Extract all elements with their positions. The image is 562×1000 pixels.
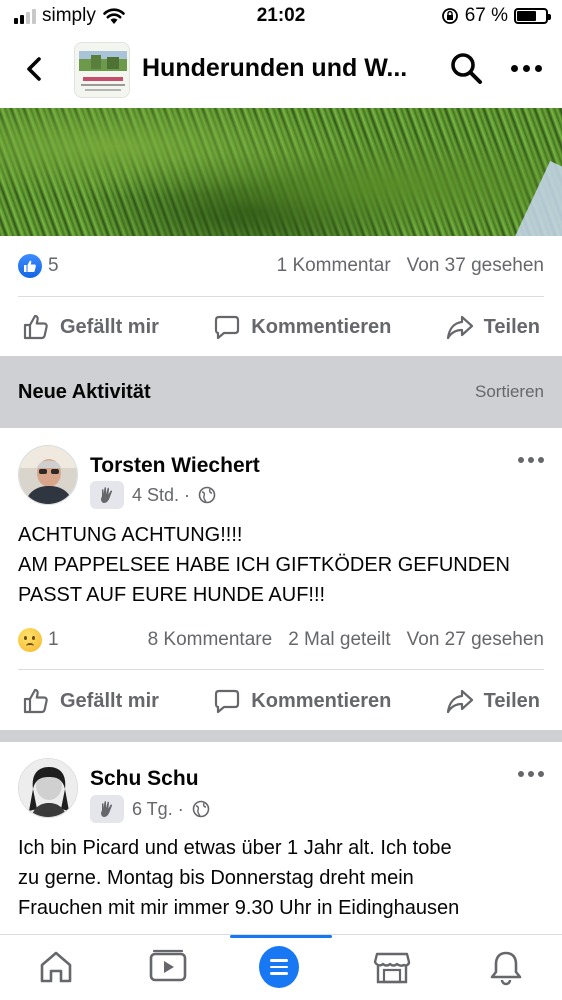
sort-button[interactable]: Sortieren xyxy=(475,382,544,402)
reaction-count[interactable]: 5 xyxy=(48,255,59,277)
post1-actions: Gefällt mir Kommentieren Teilen xyxy=(0,302,562,352)
bottom-tab-bar xyxy=(0,934,562,1000)
like-label: Gefällt mir xyxy=(60,315,159,338)
comment-label: Kommentieren xyxy=(251,315,392,338)
post-line: AM PAPPELSEE HABE ICH GIFTKÖDER GEFUNDEN xyxy=(18,554,510,576)
post-meta: 4 Std. · xyxy=(90,481,216,509)
share-label: Teilen xyxy=(483,315,540,338)
group-cover-thumbnail[interactable] xyxy=(74,42,130,98)
wave-badge-icon[interactable] xyxy=(90,481,124,509)
comment-button[interactable]: Kommentieren xyxy=(213,313,391,341)
battery-percent: 67 % xyxy=(464,5,508,26)
author-name[interactable]: Schu Schu xyxy=(90,767,199,791)
post-time[interactable]: 6 Tg. · xyxy=(132,799,184,820)
orientation-lock-icon xyxy=(441,8,458,24)
status-right: 67 % xyxy=(441,5,551,27)
post-time[interactable]: 4 Std. · xyxy=(132,485,190,506)
view-count[interactable]: Von 37 gesehen xyxy=(407,255,544,277)
thumbs-up-icon xyxy=(23,314,48,340)
home-icon[interactable] xyxy=(36,947,76,987)
post-meta: 6 Tg. · xyxy=(90,795,210,823)
more-horizontal-icon[interactable] xyxy=(518,771,544,777)
post-line: Ich bin Picard und etwas über 1 Jahr alt… xyxy=(18,837,452,859)
wave-badge-icon[interactable] xyxy=(90,795,124,823)
post1-stats: 5 1 Kommentar Von 37 gesehen xyxy=(18,246,544,286)
share-button[interactable]: Teilen xyxy=(446,687,540,715)
like-reaction-icon[interactable] xyxy=(18,254,42,278)
like-button[interactable]: Gefällt mir xyxy=(22,687,159,715)
divider xyxy=(18,669,544,670)
share-count[interactable]: 2 Mal geteilt xyxy=(288,629,390,651)
like-label: Gefällt mir xyxy=(60,689,159,712)
status-bar: simply 21:02 67 % xyxy=(0,0,562,34)
post-body: ACHTUNG ACHTUNG!!!! AM PAPPELSEE HABE IC… xyxy=(18,520,548,610)
post-image[interactable] xyxy=(0,108,562,236)
globe-icon xyxy=(192,800,210,818)
post-body: Ich bin Picard und etwas über 1 Jahr alt… xyxy=(18,833,548,923)
post2-stats: 1 8 Kommentare 2 Mal geteilt Von 27 gese… xyxy=(18,620,544,660)
thumbs-up-icon xyxy=(23,688,48,714)
more-horizontal-icon[interactable] xyxy=(506,54,546,82)
share-button[interactable]: Teilen xyxy=(446,313,540,341)
menu-icon[interactable] xyxy=(259,946,299,988)
chevron-left-icon[interactable] xyxy=(18,52,52,86)
avatar-image xyxy=(19,446,77,504)
search-icon[interactable] xyxy=(448,50,484,86)
video-icon[interactable] xyxy=(148,947,188,987)
author-name[interactable]: Torsten Wiechert xyxy=(90,454,260,478)
comment-icon xyxy=(215,315,240,340)
comment-count[interactable]: 1 Kommentar xyxy=(277,255,391,277)
share-label: Teilen xyxy=(483,689,540,712)
share-icon xyxy=(446,315,473,340)
view-count[interactable]: Von 27 gesehen xyxy=(407,629,544,651)
post-line: zu gerne. Montag bis Donnerstag dreht me… xyxy=(18,867,414,889)
post2-actions: Gefällt mir Kommentieren Teilen xyxy=(0,676,562,726)
post-line: PASST AUF EURE HUNDE AUF!!! xyxy=(18,584,326,606)
group-title[interactable]: Hunderunden und W... xyxy=(142,54,407,83)
more-horizontal-icon[interactable] xyxy=(518,457,544,463)
group-logo-image xyxy=(75,43,129,97)
like-button[interactable]: Gefällt mir xyxy=(22,313,159,341)
reaction-count[interactable]: 1 xyxy=(48,629,59,651)
app-header: Hunderunden und W... xyxy=(0,34,562,106)
comment-count[interactable]: 8 Kommentare xyxy=(148,629,273,651)
post-line: ACHTUNG ACHTUNG!!!! xyxy=(18,524,243,546)
notifications-icon[interactable] xyxy=(486,947,526,987)
marketplace-icon[interactable] xyxy=(372,947,412,987)
activity-title: Neue Aktivität xyxy=(18,380,151,403)
share-icon xyxy=(446,689,473,714)
comment-icon xyxy=(215,689,240,714)
comment-button[interactable]: Kommentieren xyxy=(213,687,391,715)
comment-label: Kommentieren xyxy=(251,689,392,712)
activity-header: Neue Aktivität Sortieren xyxy=(0,356,562,428)
avatar[interactable] xyxy=(18,445,78,505)
avatar[interactable] xyxy=(18,758,78,818)
globe-icon xyxy=(198,486,216,504)
sad-reaction-icon[interactable] xyxy=(18,628,42,652)
avatar-image xyxy=(19,759,77,817)
divider xyxy=(18,296,544,297)
post-separator xyxy=(0,730,562,742)
post-line: Frauchen mit mir immer 9.30 Uhr in Eidin… xyxy=(18,897,460,919)
active-tab-indicator xyxy=(230,935,332,938)
battery-icon xyxy=(514,8,551,24)
